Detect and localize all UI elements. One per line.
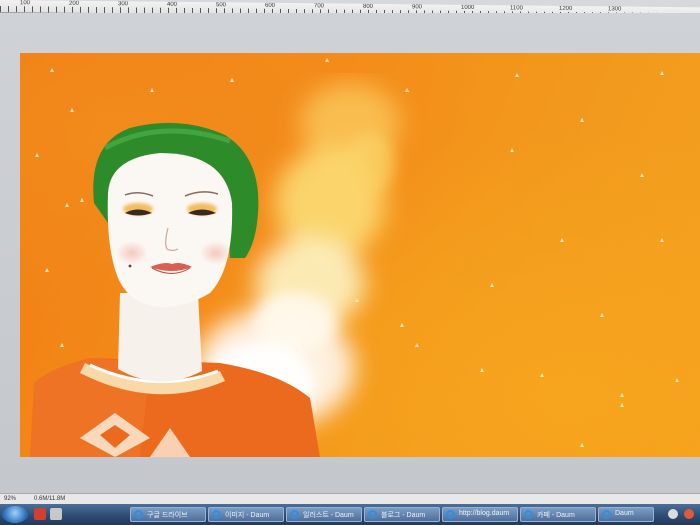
ruler-number: 900 — [412, 4, 423, 11]
ruler-number: 100 — [20, 0, 31, 7]
sparkle-icon — [70, 108, 74, 112]
sparkle-icon — [480, 368, 484, 372]
taskbar-window-label: 블로그 - Daum — [381, 512, 426, 519]
sparkle-icon — [675, 378, 679, 382]
sparkle-icon — [560, 238, 564, 242]
internet-explorer-icon — [212, 510, 221, 519]
ruler-number: 1000 — [461, 4, 475, 11]
sparkle-icon — [660, 238, 664, 242]
taskbar-window-button[interactable]: 일러스트 - Daum — [286, 507, 362, 522]
media-player-icon[interactable] — [34, 508, 46, 520]
sparkle-icon — [355, 298, 359, 302]
zoom-level[interactable]: 92% — [4, 494, 16, 504]
sparkle-icon — [230, 78, 234, 82]
sparkle-icon — [35, 153, 39, 157]
internet-explorer-icon — [602, 510, 611, 519]
taskbar-window-label: 이미지 - Daum — [225, 512, 270, 519]
sparkle-icon — [65, 203, 69, 207]
taskbar-window-button[interactable]: http://blog.daum — [442, 507, 518, 522]
taskbar-window-button[interactable]: 블로그 - Daum — [364, 507, 440, 522]
sparkle-icon — [620, 393, 624, 397]
sparkle-icon — [400, 323, 404, 327]
ruler-number: 1100 — [510, 5, 523, 12]
ruler-number: 1300 — [608, 6, 622, 13]
ruler-number: 600 — [265, 2, 276, 9]
internet-explorer-icon — [368, 510, 377, 519]
sparkle-icon — [600, 313, 604, 317]
sparkle-icon — [325, 58, 329, 62]
sparkle-icon — [515, 73, 519, 77]
ruler-number: 200 — [69, 0, 80, 7]
sparkle-icon — [640, 173, 644, 177]
status-bar: 92% 0.6M/11.8M — [0, 493, 700, 504]
sparkle-icon — [510, 148, 514, 152]
ruler-number: 800 — [363, 3, 374, 10]
taskbar-window-label: http://blog.daum — [459, 510, 510, 517]
sparkle-icon — [490, 283, 494, 287]
explorer-icon[interactable] — [50, 508, 62, 520]
sparkle-icon — [415, 343, 419, 347]
woman-illustration — [30, 122, 320, 457]
taskbar-window-button[interactable]: 구글 드라이브 — [130, 507, 206, 522]
sparkle-icon — [405, 88, 409, 92]
ruler-number: 700 — [314, 3, 325, 10]
tray-icon[interactable] — [668, 509, 678, 519]
internet-explorer-icon — [446, 510, 455, 519]
taskbar-window-label: 일러스트 - Daum — [303, 512, 354, 519]
sparkle-icon — [60, 343, 64, 347]
sparkle-icon — [45, 268, 49, 272]
face — [107, 153, 233, 308]
ruler-number: 1200 — [559, 5, 573, 12]
tray-alert-icon[interactable] — [684, 509, 694, 519]
sparkle-icon — [50, 68, 54, 72]
windows-start-icon[interactable] — [2, 506, 28, 523]
sparkle-icon — [620, 403, 624, 407]
ruler-number: 400 — [167, 1, 178, 8]
taskbar-window-button[interactable]: 카페 - Daum — [520, 507, 596, 522]
sparkle-icon — [150, 88, 154, 92]
sparkle-icon — [580, 443, 584, 447]
internet-explorer-icon — [290, 510, 299, 519]
sparkle-icon — [80, 198, 84, 202]
taskbar-window-button[interactable]: Daum — [598, 507, 654, 522]
sparkle-icon — [660, 71, 664, 75]
taskbar-window-button[interactable]: 이미지 - Daum — [208, 507, 284, 522]
windows-taskbar: 구글 드라이브 이미지 - Daum 일러스트 - Daum 블로그 - Daum ht… — [0, 504, 700, 525]
internet-explorer-icon — [524, 510, 533, 519]
taskbar-window-label: 카페 - Daum — [537, 512, 575, 519]
document-info: 0.6M/11.8M — [34, 496, 66, 502]
sparkle-icon — [580, 118, 584, 122]
taskbar-window-label: 구글 드라이브 — [147, 512, 188, 519]
artwork-canvas[interactable] — [20, 53, 700, 457]
taskbar-window-label: Daum — [615, 510, 634, 517]
sparkle-icon — [540, 373, 544, 377]
internet-explorer-icon — [134, 510, 143, 519]
ruler-number: 300 — [118, 1, 129, 8]
ruler-number: 500 — [216, 2, 227, 9]
